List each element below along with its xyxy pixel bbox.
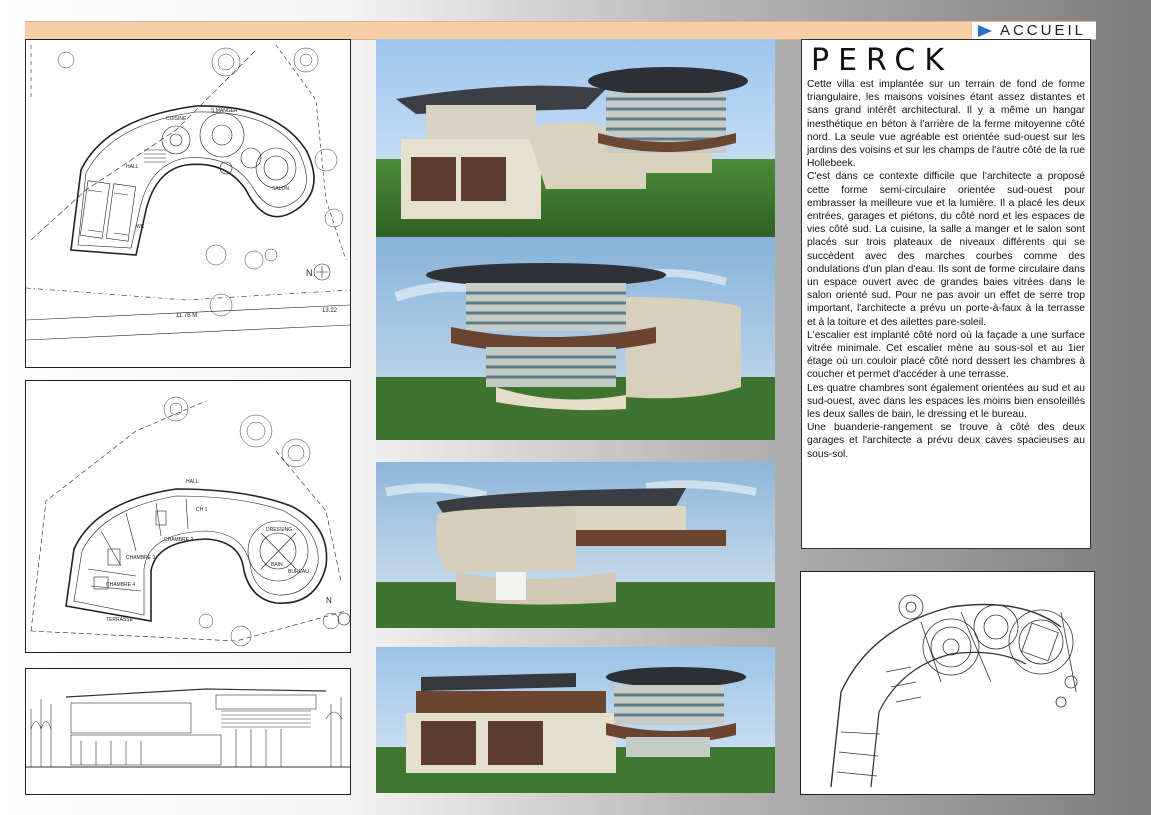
accueil-link[interactable]: ACCUEIL [971, 22, 1096, 39]
svg-text:CHAMBRE 3: CHAMBRE 3 [126, 555, 155, 561]
elevation-drawing-lines [26, 688, 350, 768]
render-view-1[interactable] [376, 39, 775, 241]
render-view-3[interactable] [376, 462, 775, 628]
svg-text:N: N [326, 596, 332, 605]
description-panel: PERCK Cette villa est implantée sur un t… [801, 39, 1091, 549]
svg-text:S.MANGER: S.MANGER [211, 108, 238, 114]
ground-floor-drawing: HALL CUISINE S.MANGER SALON WC N 11.76 M… [26, 44, 350, 341]
svg-text:CH 1: CH 1 [196, 507, 208, 513]
svg-text:CUISINE: CUISINE [166, 116, 187, 122]
svg-text:BAIN: BAIN [271, 562, 283, 568]
svg-text:BUREAU: BUREAU [288, 569, 309, 575]
accueil-label: ACCUEIL [999, 22, 1086, 39]
render-4-image [376, 647, 775, 793]
description-text: Cette villa est implantée sur un terrain… [807, 79, 1085, 460]
svg-text:SALON: SALON [272, 186, 289, 192]
render-3-image [376, 462, 775, 628]
top-banner: ACCUEIL [25, 21, 1096, 40]
svg-text:N: N [306, 268, 313, 278]
svg-text:HALL: HALL [186, 479, 199, 485]
elevation-drawing[interactable] [25, 668, 351, 795]
triangle-arrow-icon [977, 24, 992, 37]
page-title: PERCK [811, 43, 954, 78]
sketch-plan[interactable] [800, 571, 1095, 795]
svg-text:11.76 M: 11.76 M [176, 313, 197, 319]
ground-floor-plan[interactable]: HALL CUISINE S.MANGER SALON WC N 11.76 M… [25, 39, 351, 368]
svg-text:HALL: HALL [126, 164, 139, 170]
svg-text:13.22: 13.22 [322, 308, 338, 314]
render-2-image [376, 237, 775, 440]
svg-text:CHAMBRE 2: CHAMBRE 2 [164, 537, 193, 543]
first-floor-plan[interactable]: HALL CH 1 CHAMBRE 2 CHAMBRE 3 CHAMBRE 4 … [25, 380, 351, 653]
render-1-image [376, 39, 775, 241]
first-floor-drawing: HALL CH 1 CHAMBRE 2 CHAMBRE 3 CHAMBRE 4 … [30, 396, 350, 647]
svg-text:WC: WC [136, 224, 145, 230]
svg-text:TERRASSE: TERRASSE [106, 617, 134, 623]
render-view-4[interactable] [376, 647, 775, 793]
render-view-2[interactable] [376, 237, 775, 440]
svg-text:CHAMBRE 4: CHAMBRE 4 [106, 582, 135, 588]
svg-text:DRESSING: DRESSING [266, 527, 292, 533]
sketch-plan-drawing [830, 594, 1078, 788]
